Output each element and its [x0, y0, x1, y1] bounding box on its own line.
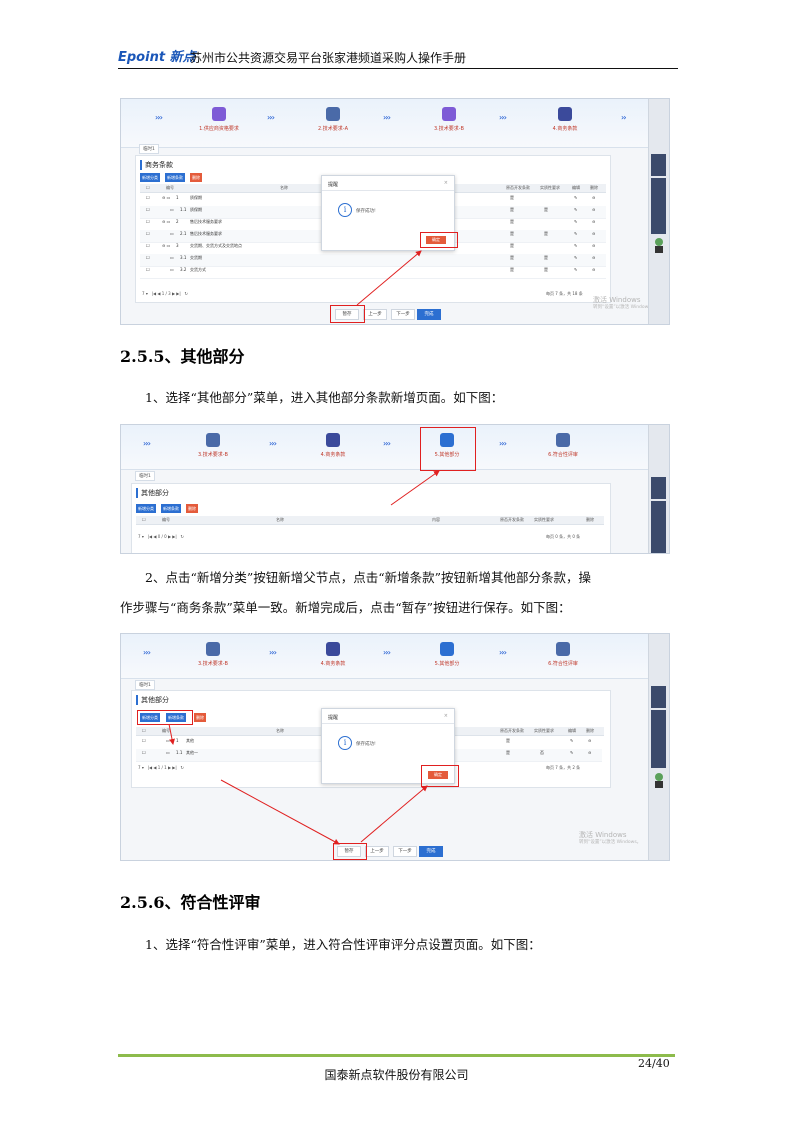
company-name: 国泰新点软件股份有限公司 [324, 1068, 469, 1082]
paragraph-other-2a: 2、点击“新增分类”按钮新增父节点，点击“新增条款”按钮新增其他部分条款，操 [145, 570, 592, 585]
toolbar-button-1[interactable] [651, 686, 666, 708]
toolbar-button-4[interactable] [651, 746, 666, 768]
right-toolbar [648, 99, 669, 324]
screenshot-other-part: ››› 3.技术要求-B ››› 4.商务条款 ››› 5.其他部分 ››› 6… [120, 424, 670, 554]
paragraph-compliance-1: 1、选择“符合性评审”菜单，进入符合性评审评分点设置页面。如下图： [145, 937, 541, 952]
windows-watermark: 激活 Windows 转到“设置”以激活 Windows。 [593, 296, 656, 311]
screenshot-business-terms: ››› 1.供应商资格要求 ››› 2.技术要求-A ››› 3.技术要求-B … [120, 98, 670, 325]
assistant-avatar[interactable] [653, 237, 665, 253]
toolbar-button-1[interactable] [651, 477, 666, 499]
screenshot-other-part-save: ››› 3.技术要求-B ››› 4.商务条款 ››› 5.其他部分 ››› 6… [120, 633, 670, 861]
section-heading-compliance: 2.5.6、符合性评审 [120, 893, 261, 912]
right-toolbar [648, 425, 669, 553]
epoint-logo: Epoint 新点 [118, 50, 196, 65]
annotation-arrow [390, 470, 440, 506]
footer-rule [118, 1054, 675, 1057]
paragraph-other-1: 1、选择“其他部分”菜单，进入其他部分条款新增页面。如下图： [145, 390, 504, 405]
windows-watermark: 激活 Windows 转到“设置”以激活 Windows。 [579, 831, 642, 846]
section-heading-other: 2.5.5、其他部分 [120, 347, 245, 366]
page-header: Epoint 新点 苏州市公共资源交易平台张家港频道采购人操作手册 [118, 44, 678, 66]
annotation-arrow [356, 250, 422, 306]
annotation-arrows [168, 723, 428, 845]
paragraph-other-2b: 作步骤与“商务条款”菜单一致。新增完成后，点击“暂存”按钮进行保存。如下图： [120, 600, 571, 615]
manual-title: 苏州市公共资源交易平台张家港频道采购人操作手册 [190, 51, 467, 65]
toolbar-button-4[interactable] [651, 212, 666, 234]
header-rule [118, 68, 678, 69]
toolbar-button-1[interactable] [651, 154, 666, 176]
assistant-avatar[interactable] [653, 772, 665, 788]
toolbar-button-4[interactable] [651, 537, 666, 553]
right-toolbar [648, 634, 669, 860]
